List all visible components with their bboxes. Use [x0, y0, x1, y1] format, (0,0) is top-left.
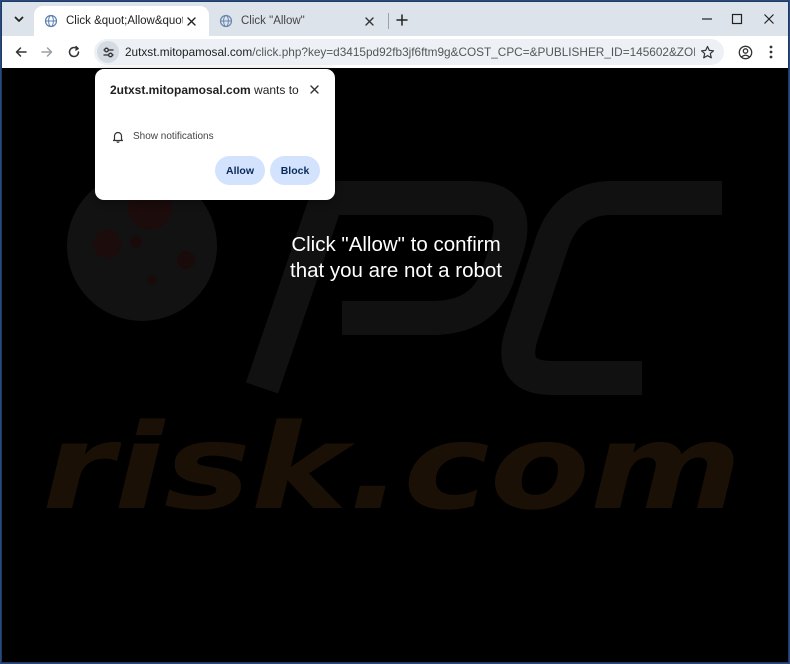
reload-button[interactable]: [63, 41, 85, 63]
globe-icon: [44, 14, 58, 28]
tab-inactive[interactable]: Click "Allow": [209, 6, 387, 36]
popup-title: 2utxst.mitopamosal.com wants to: [110, 81, 300, 99]
page-headline: Click "Allow" to confirm that you are no…: [196, 232, 596, 284]
block-button[interactable]: Block: [270, 156, 320, 185]
close-icon: [186, 16, 196, 26]
reload-icon: [68, 45, 80, 58]
headline-line-2: that you are not a robot: [290, 259, 502, 282]
globe-icon: [219, 14, 233, 28]
minimize-icon: [702, 18, 712, 20]
tab-strip: Click &quot;Allow&quot; Click "Allow": [2, 2, 788, 36]
notification-permission-popup: 2utxst.mitopamosal.com wants to Show not…: [95, 69, 335, 200]
watermark-pc-letters: [245, 181, 722, 395]
arrow-right-icon: [41, 47, 53, 57]
address-bar[interactable]: 2utxst.mitopamosal.com/click.php?key=d34…: [94, 39, 724, 65]
maximize-button[interactable]: [722, 6, 752, 32]
browser-window: Click &quot;Allow&quot; Click "Allow" 2u…: [1, 1, 789, 663]
allow-button[interactable]: Allow: [215, 156, 265, 185]
tab-title: Click "Allow": [241, 15, 305, 27]
arrow-left-icon: [15, 47, 27, 57]
minimize-button[interactable]: [692, 6, 722, 32]
popup-close-button[interactable]: [305, 80, 323, 98]
close-icon: [309, 84, 319, 94]
browser-toolbar: 2utxst.mitopamosal.com/click.php?key=d34…: [2, 36, 788, 68]
tune-icon: [103, 47, 113, 57]
chevron-down-icon: [14, 16, 24, 22]
bell-icon: [111, 129, 125, 143]
permission-label: Show notifications: [133, 130, 214, 142]
profile-icon: [738, 45, 752, 59]
headline-line-1: Click "Allow" to confirm: [291, 233, 501, 256]
plus-icon: [396, 14, 408, 26]
forward-button[interactable]: [36, 41, 58, 63]
tab-close-button[interactable]: [361, 13, 377, 29]
close-window-button[interactable]: [754, 6, 784, 32]
back-button[interactable]: [10, 41, 32, 63]
close-icon: [364, 16, 374, 26]
tab-title: Click &quot;Allow&quot;: [66, 15, 183, 27]
maximize-icon: [731, 13, 743, 25]
url-text: 2utxst.mitopamosal.com/click.php?key=d34…: [125, 45, 695, 59]
tab-search-button[interactable]: [8, 8, 30, 30]
bookmark-button[interactable]: [698, 43, 716, 61]
star-icon: [700, 45, 714, 58]
tab-close-button[interactable]: [183, 13, 199, 29]
close-icon: [764, 14, 774, 24]
site-info-button[interactable]: [97, 41, 119, 63]
kebab-menu-icon: [769, 45, 773, 59]
url-host: 2utxst.mitopamosal.com: [125, 45, 253, 59]
url-path: /click.php?key=d3415pd92fb3jf6ftm9g&COST…: [252, 45, 695, 59]
tab-separator: [388, 13, 389, 29]
watermark-text: risk.com: [42, 398, 742, 536]
browser-menu-button[interactable]: [760, 41, 782, 63]
popup-wants-text: wants to: [250, 83, 299, 97]
permission-row: Show notifications: [111, 129, 214, 143]
new-tab-button[interactable]: [392, 10, 412, 30]
popup-site: 2utxst.mitopamosal.com: [110, 83, 251, 97]
profile-button[interactable]: [734, 41, 756, 63]
tab-active[interactable]: Click &quot;Allow&quot;: [34, 6, 209, 36]
